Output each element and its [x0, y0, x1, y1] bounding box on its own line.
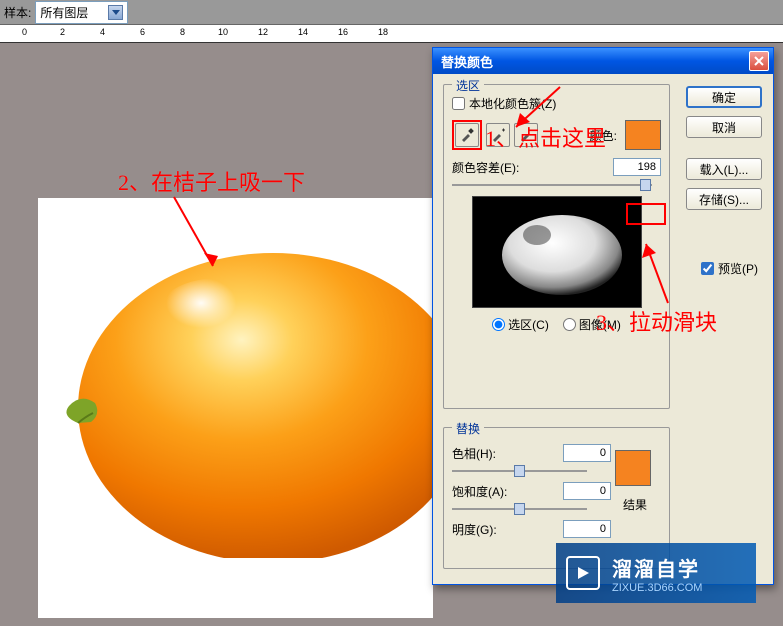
fuzziness-row: 颜色容差(E): — [452, 158, 661, 176]
ok-button[interactable]: 确定 — [686, 86, 762, 108]
cancel-button[interactable]: 取消 — [686, 116, 762, 138]
result-swatch[interactable] — [615, 450, 651, 486]
radio-selection[interactable] — [492, 318, 505, 331]
close-icon — [754, 56, 764, 66]
selection-legend: 选区 — [452, 77, 484, 94]
toolbar-top: 样本: 所有图层 — [0, 0, 783, 25]
load-button[interactable]: 载入(L)... — [686, 158, 762, 180]
replace-legend: 替换 — [452, 420, 484, 437]
image-canvas[interactable] — [38, 198, 433, 618]
button-column: 确定 取消 载入(L)... 存储(S)... — [686, 86, 762, 210]
saturation-label: 饱和度(A): — [452, 483, 507, 500]
eyedropper-button[interactable] — [455, 123, 479, 147]
preview-image — [472, 196, 642, 308]
saturation-thumb[interactable] — [514, 503, 525, 515]
slider-highlight — [626, 203, 666, 225]
orange-image — [63, 218, 433, 558]
dialog-title: 替换颜色 — [441, 52, 493, 71]
color-swatch[interactable] — [625, 120, 661, 150]
preview-check-row: 预览(P) — [701, 260, 758, 277]
lightness-row: 明度(G): — [452, 520, 661, 538]
saturation-slider[interactable] — [452, 508, 587, 510]
hue-thumb[interactable] — [514, 465, 525, 477]
preview-label: 预览(P) — [718, 260, 758, 277]
hue-input[interactable] — [563, 444, 611, 462]
watermark: 溜溜自学 ZIXUE.3D66.COM — [556, 543, 756, 603]
eyedropper-highlight — [452, 120, 482, 150]
play-icon — [566, 556, 600, 590]
radio-selection-label[interactable]: 选区(C) — [492, 316, 549, 333]
result-label: 结果 — [623, 496, 647, 513]
watermark-main: 溜溜自学 — [612, 553, 702, 582]
fuzziness-label: 颜色容差(E): — [452, 159, 519, 176]
chevron-down-icon[interactable] — [108, 5, 123, 20]
sample-select[interactable]: 所有图层 — [35, 1, 128, 24]
fuzziness-thumb[interactable] — [640, 179, 651, 191]
preview-mask-icon — [482, 205, 632, 300]
annotation-2: 2、在桔子上吸一下 — [118, 165, 305, 197]
save-button[interactable]: 存储(S)... — [686, 188, 762, 210]
radio-image[interactable] — [563, 318, 576, 331]
watermark-sub: ZIXUE.3D66.COM — [612, 582, 702, 594]
annotation-3: 3、拉动滑块 — [596, 305, 717, 337]
arrow-2-icon — [168, 191, 228, 281]
sample-label: 样本: — [4, 4, 31, 21]
arrow-3-icon — [638, 238, 678, 308]
localized-checkbox[interactable] — [452, 97, 465, 110]
preview-checkbox[interactable] — [701, 262, 714, 275]
lightness-input[interactable] — [563, 520, 611, 538]
dialog-title-bar[interactable]: 替换颜色 — [433, 48, 773, 74]
select-value: 所有图层 — [40, 4, 88, 21]
ruler-horizontal: 024 6810 121416 18 — [0, 25, 783, 43]
hue-label: 色相(H): — [452, 445, 496, 462]
fuzziness-slider[interactable] — [452, 184, 652, 186]
eyedropper-icon — [460, 128, 474, 142]
close-button[interactable] — [749, 51, 769, 71]
arrow-1-icon — [510, 85, 570, 135]
hue-slider[interactable] — [452, 470, 587, 472]
fuzziness-input[interactable] — [613, 158, 661, 176]
saturation-input[interactable] — [563, 482, 611, 500]
lightness-label: 明度(G): — [452, 521, 497, 538]
